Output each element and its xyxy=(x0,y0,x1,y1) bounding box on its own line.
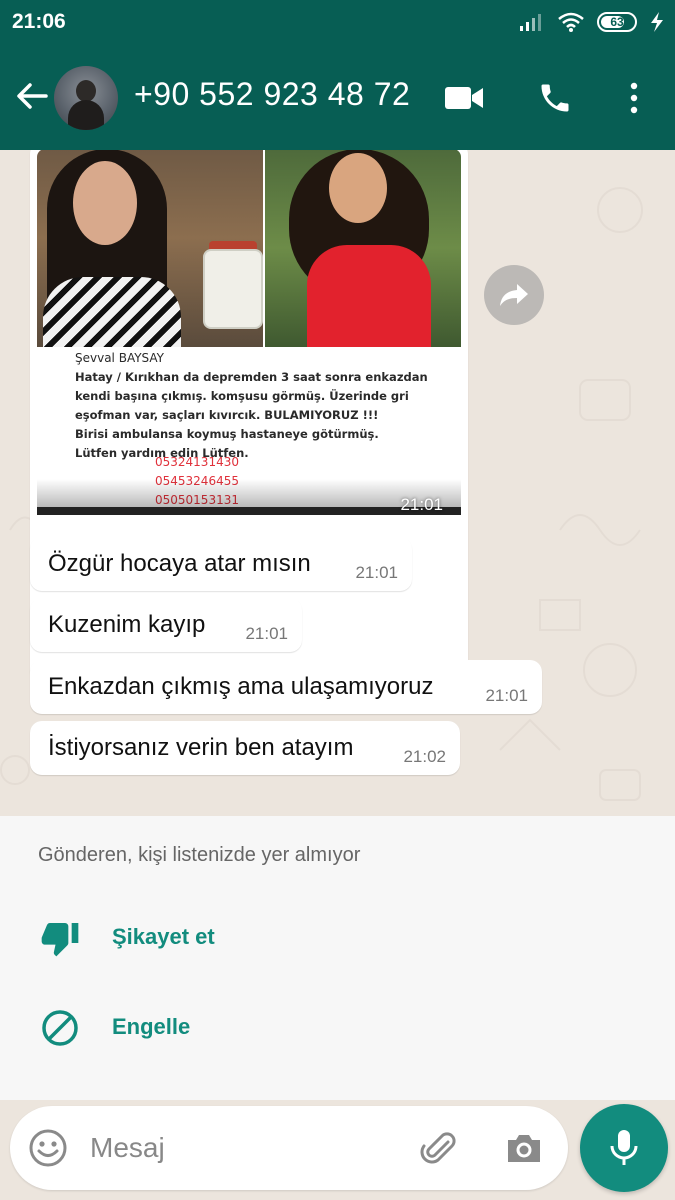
report-label: Şikayet et xyxy=(112,924,215,949)
message-time: 21:01 xyxy=(355,563,398,582)
voice-message-button[interactable] xyxy=(580,1104,668,1192)
missing-person-image[interactable]: Şevval BAYSAY Hatay / Kırıkhan da deprem… xyxy=(37,150,461,673)
forward-icon xyxy=(500,284,528,306)
unknown-sender-note: Gönderen, kişi listenizde yer almıyor xyxy=(38,844,361,866)
composer-bar xyxy=(0,1100,675,1200)
back-arrow-icon[interactable] xyxy=(12,76,52,116)
message-text: İstiyorsanız verin ben atayım xyxy=(48,734,354,761)
caption-line: eşofman var, saçları kıvırcık. BULAMIYOR… xyxy=(75,408,379,422)
message-bubble[interactable]: İstiyorsanız verin ben atayım 21:02 xyxy=(30,721,460,775)
signal-icon xyxy=(520,14,541,31)
status-time: 21:06 xyxy=(12,10,66,33)
message-bubble[interactable]: Enkazdan çıkmış ama ulaşamıyoruz 21:01 xyxy=(30,660,542,714)
message-time: 21:01 xyxy=(485,686,528,705)
camera-icon[interactable] xyxy=(504,1128,544,1168)
report-button[interactable]: Şikayet et xyxy=(0,908,675,968)
message-time: 21:01 xyxy=(400,495,443,514)
message-input-container[interactable] xyxy=(10,1106,568,1190)
unknown-sender-panel: Gönderen, kişi listenizde yer almıyor Şi… xyxy=(0,816,675,1100)
caption-line: Birisi ambulansa koymuş hastaneye götürm… xyxy=(75,427,379,441)
caption-line: Hatay / Kırıkhan da depremden 3 saat son… xyxy=(75,370,428,384)
voice-call-button[interactable] xyxy=(535,78,575,118)
chat-area[interactable]: Şevval BAYSAY Hatay / Kırıkhan da deprem… xyxy=(0,150,675,816)
phone-icon xyxy=(541,84,569,112)
block-button[interactable]: Engelle xyxy=(0,998,675,1058)
avatar[interactable] xyxy=(54,66,118,130)
block-icon xyxy=(42,1010,78,1046)
more-vert-icon xyxy=(630,82,638,114)
status-icons: 63 xyxy=(519,9,665,35)
chat-header: +90 552 923 48 72 xyxy=(0,46,675,150)
message-time: 21:01 xyxy=(245,624,288,643)
caption-line: kendi başına çıkmış. komşusu görmüş. Üze… xyxy=(75,389,409,403)
battery-icon: 63 xyxy=(597,12,637,32)
forward-button[interactable] xyxy=(484,265,544,325)
message-input[interactable] xyxy=(90,1128,410,1168)
caption-line: Lütfen yardım edin Lütfen. xyxy=(75,446,249,460)
phone-number: 05324131430 xyxy=(155,455,239,469)
message-time: 21:02 xyxy=(403,747,446,766)
message-bubble[interactable]: Özgür hocaya atar mısın 21:01 xyxy=(30,537,412,591)
caption-name: Şevval BAYSAY xyxy=(75,351,164,365)
charging-icon xyxy=(651,12,663,32)
message-text: Özgür hocaya atar mısın xyxy=(48,550,311,577)
message-text: Enkazdan çıkmış ama ulaşamıyoruz xyxy=(48,673,434,700)
contact-name[interactable]: +90 552 923 48 72 xyxy=(134,76,410,113)
wifi-icon xyxy=(558,12,584,32)
paperclip-icon[interactable] xyxy=(420,1128,460,1168)
status-bar: 21:06 63 xyxy=(0,0,675,46)
battery-level: 63 xyxy=(610,15,624,29)
image-caption: Şevval BAYSAY Hatay / Kırıkhan da deprem… xyxy=(75,349,455,463)
emoji-icon[interactable] xyxy=(28,1128,68,1168)
microphone-icon xyxy=(610,1130,638,1165)
message-text: Kuzenim kayıp xyxy=(48,611,206,638)
video-camera-icon xyxy=(445,87,483,109)
thumbs-down-icon xyxy=(41,923,79,957)
video-call-button[interactable] xyxy=(444,78,484,118)
more-options-button[interactable] xyxy=(614,78,654,118)
message-bubble[interactable]: Kuzenim kayıp 21:01 xyxy=(30,598,302,652)
block-label: Engelle xyxy=(112,1014,191,1039)
